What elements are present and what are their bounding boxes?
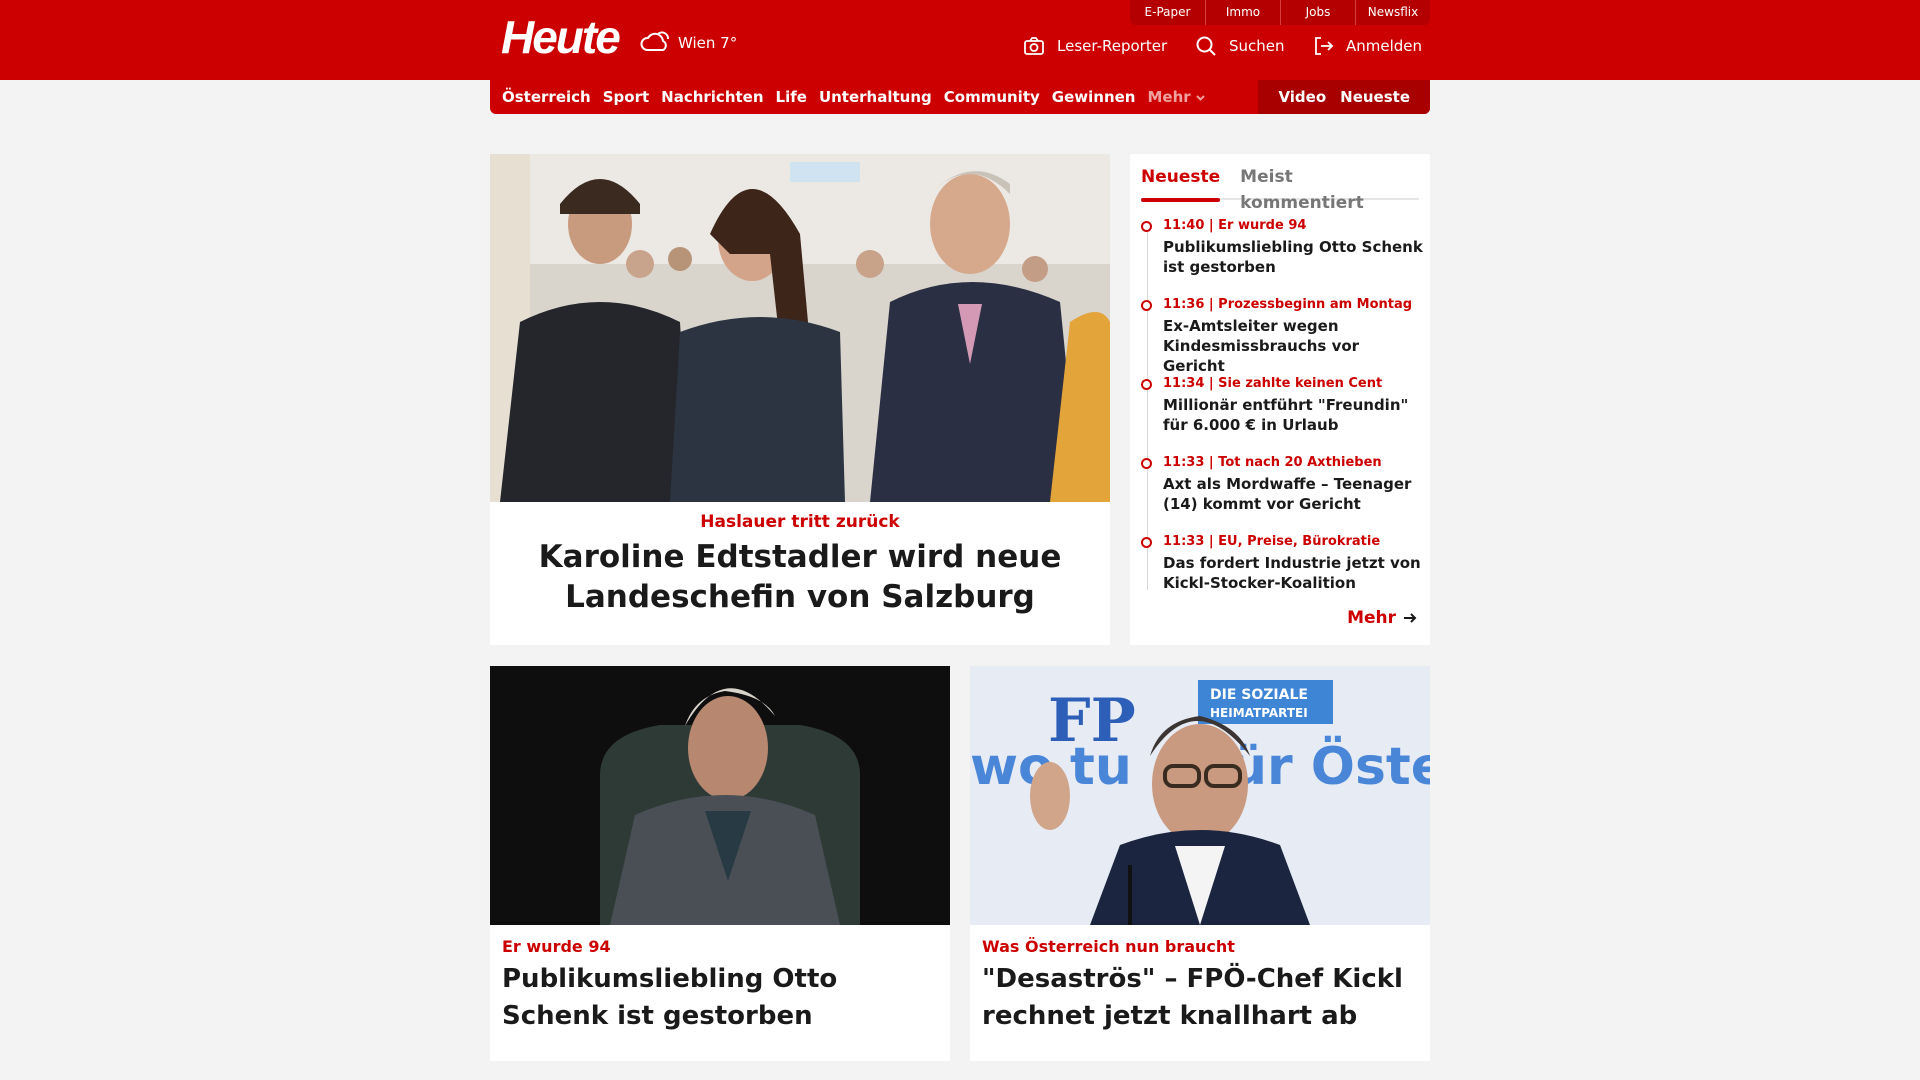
nav-neueste[interactable]: Neueste [1340,80,1410,114]
site-header: Heute Wien 7° E-Paper Immo Jobs Newsflix… [0,0,1920,80]
nav-more-dropdown[interactable]: Mehr [1147,80,1217,114]
banner-text: HEIMATPARTEI [1210,706,1308,720]
article-image [490,666,950,925]
hero-image [490,154,1110,502]
timeline-dot [1141,379,1152,390]
search-button[interactable]: Suchen [1195,32,1285,60]
nav-nachrichten[interactable]: Nachrichten [661,80,775,114]
card-headline[interactable]: Publikumsliebling Otto Schenk ist gestor… [502,961,942,1035]
weather-widget[interactable]: Wien 7° [638,26,737,60]
cloud-sun-icon [640,31,669,51]
card-headline[interactable]: "Desaströs" – FPÖ-Chef Kickl rechnet jet… [982,961,1422,1035]
timeline-dot [1141,458,1152,469]
ticker-item-title[interactable]: Das fordert Industrie jetzt von Kickl-St… [1163,553,1425,593]
service-tab-epaper[interactable]: E-Paper [1130,0,1205,25]
login-button[interactable]: Anmelden [1312,32,1422,60]
ticker-tabs: Neueste Meist kommentiert [1141,164,1419,213]
main-nav: Österreich Sport Nachrichten Life Unterh… [490,80,1430,114]
service-tab-immo[interactable]: Immo [1205,0,1280,25]
article-card[interactable]: FP DIE SOZIALE HEIMATPARTEI wo tu ür Öst… [970,666,1430,1061]
ticker-item-meta: 11:40 | Er wurde 94 [1163,218,1307,233]
timeline-dot [1141,537,1152,548]
nav-gewinnen[interactable]: Gewinnen [1052,80,1148,114]
timeline-line [1147,230,1148,590]
chevron-down-icon [1195,94,1205,101]
hero-kicker: Haslauer tritt zurück [700,512,900,532]
hero-article[interactable]: Haslauer tritt zurück Karoline Edtstadle… [490,154,1110,645]
timeline-dot [1141,300,1152,311]
article-image: FP DIE SOZIALE HEIMATPARTEI wo tu ür Öst… [970,666,1430,925]
tab-meist-kommentiert[interactable]: Meist kommentiert [1240,164,1419,213]
ticker-item-meta: 11:34 | Sie zahlte keinen Cent [1163,376,1383,391]
article-card[interactable]: Er wurde 94 Publikumsliebling Otto Schen… [490,666,950,1061]
nav-life[interactable]: Life [776,80,819,114]
timeline-dot [1141,221,1152,232]
ticker-item-title[interactable]: Millionär entführt "Freundin" für 6.000 … [1163,395,1425,435]
ticker-more-label: Mehr [1347,608,1396,628]
backdrop-text: ür Öste [1230,735,1430,797]
search-icon [1196,36,1216,56]
news-ticker: Neueste Meist kommentiert 11:40 | Er wur… [1130,154,1430,645]
service-tab-newsflix[interactable]: Newsflix [1355,0,1430,25]
ticker-item-meta: 11:33 | Tot nach 20 Axthieben [1163,455,1382,470]
banner-text: DIE SOZIALE [1210,687,1308,703]
search-label: Suchen [1229,37,1285,55]
nav-right-group: Video Neueste [1258,80,1430,114]
card-kicker: Was Österreich nun braucht [982,937,1235,956]
ticker-item-title[interactable]: Publikumsliebling Otto Schenk ist gestor… [1163,237,1425,277]
nav-oesterreich[interactable]: Österreich [502,80,603,114]
leser-reporter-button[interactable]: Leser-Reporter [1023,32,1167,60]
login-label: Anmelden [1346,37,1423,55]
ticker-item-title[interactable]: Ex-Amtsleiter wegen Kindesmissbrauchs vo… [1163,316,1425,376]
heute-logo[interactable]: Heute [501,10,621,64]
service-tab-jobs[interactable]: Jobs [1280,0,1355,25]
ticker-item-meta: 11:33 | EU, Preise, Bürokratie [1163,534,1381,549]
tab-neueste[interactable]: Neueste [1141,164,1221,202]
ticker-item-title[interactable]: Axt als Mordwaffe – Teenager (14) kommt … [1163,474,1425,514]
nav-unterhaltung[interactable]: Unterhaltung [819,80,944,114]
ticker-item-meta: 11:36 | Prozessbeginn am Montag [1163,297,1413,312]
nav-more-label: Mehr [1147,88,1191,106]
service-tabs: E-Paper Immo Jobs Newsflix [1130,0,1430,25]
login-icon [1315,37,1334,55]
nav-community[interactable]: Community [944,80,1052,114]
nav-sport[interactable]: Sport [603,80,661,114]
card-kicker: Er wurde 94 [502,937,611,956]
ticker-more-link[interactable]: Mehr [1347,608,1418,628]
arrow-right-icon [1404,613,1417,623]
leser-reporter-label: Leser-Reporter [1057,37,1168,55]
nav-video[interactable]: Video [1278,80,1326,114]
backdrop-text: tu [1070,737,1132,797]
weather-label: Wien 7° [678,34,738,52]
camera-icon [1024,37,1044,55]
hero-headline[interactable]: Karoline Edtstadler wird neue Landeschef… [530,537,1070,617]
